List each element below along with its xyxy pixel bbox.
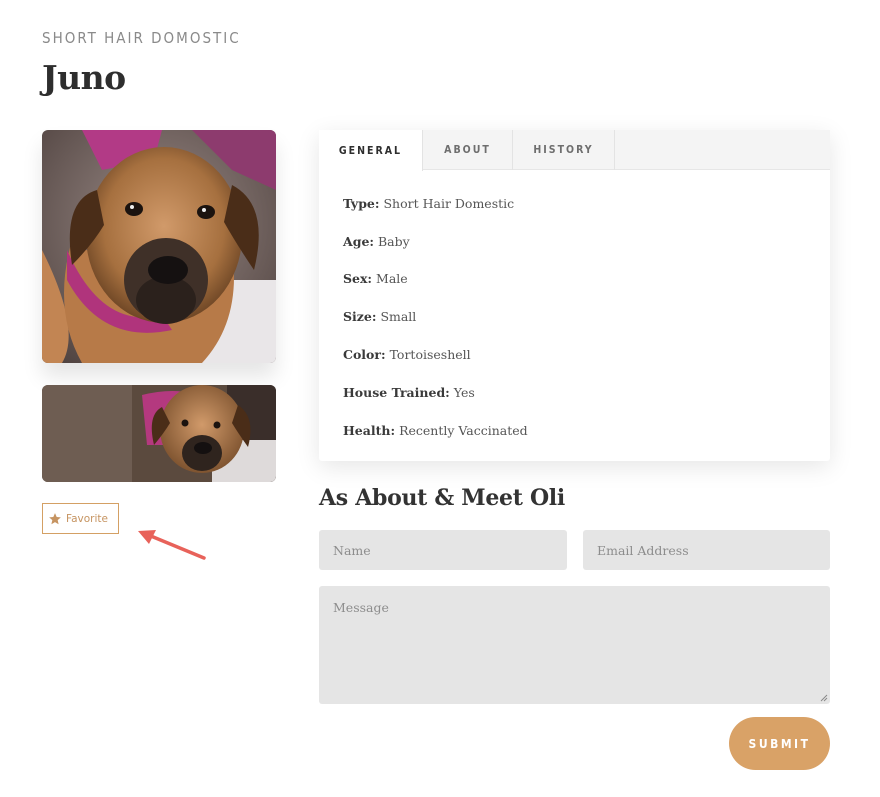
thumbnail-dog-photo[interactable] [42,385,276,482]
tab-general[interactable]: GENERAL [319,130,423,171]
annotation-arrow-icon [138,530,206,560]
detail-health: Health: Recently Vaccinated [343,423,528,438]
star-icon [49,512,61,524]
tab-history[interactable]: HISTORY [513,130,615,170]
detail-house-trained: House Trained: Yes [343,385,475,400]
tab-bar: GENERAL ABOUT HISTORY [319,130,830,171]
dog-thumbnail-image [42,385,276,482]
resize-grip-icon[interactable] [820,694,828,702]
favorite-label: Favorite [66,512,108,525]
dog-photo-image [42,130,276,363]
form-title: As About & Meet Oli [319,485,565,511]
main-dog-photo[interactable] [42,130,276,363]
name-input[interactable] [319,530,567,570]
favorite-button[interactable]: Favorite [42,503,119,534]
detail-size: Size: Small [343,309,417,324]
submit-button[interactable]: SUBMIT [729,717,830,770]
detail-age: Age: Baby [343,234,410,249]
message-textarea[interactable] [319,586,830,704]
detail-color: Color: Tortoiseshell [343,347,471,362]
pet-details-card: GENERAL ABOUT HISTORY Type: Short Hair D… [319,130,830,461]
pet-category: SHORT HAIR DOMOSTIC [42,29,241,47]
email-input[interactable] [583,530,830,570]
page-title: Juno [42,58,126,97]
detail-sex: Sex: Male [343,271,408,286]
detail-type: Type: Short Hair Domestic [343,196,515,211]
tab-about[interactable]: ABOUT [423,130,513,170]
